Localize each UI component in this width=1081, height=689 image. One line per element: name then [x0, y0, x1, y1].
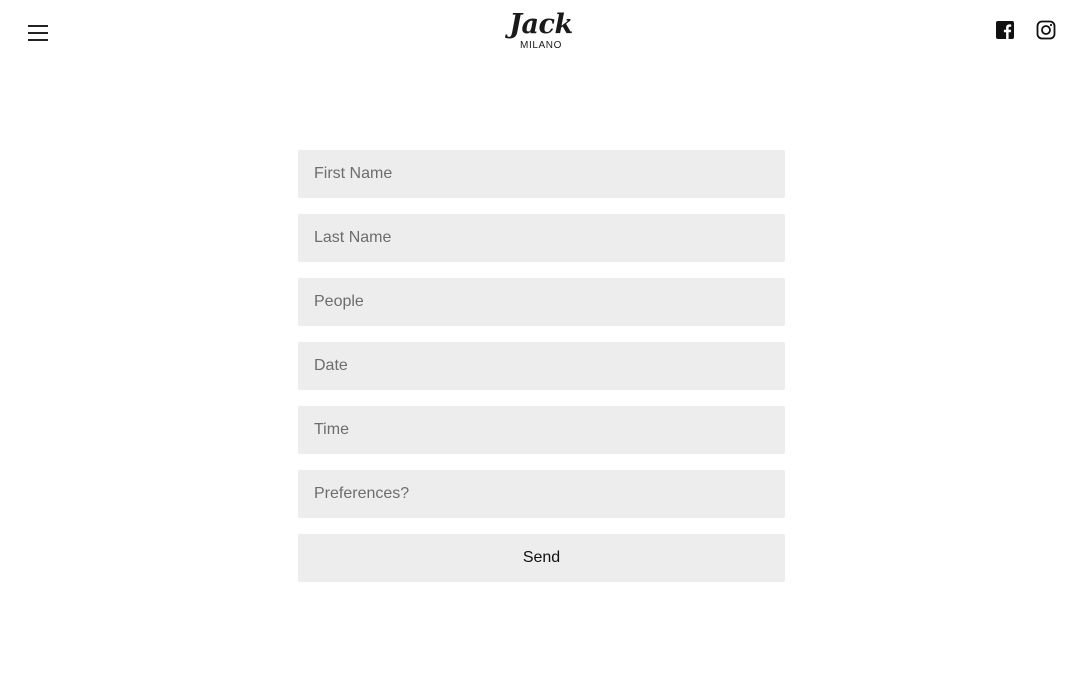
time-field[interactable]	[298, 406, 785, 454]
logo-subtitle: MILANO	[520, 40, 562, 51]
brand-logo[interactable]: Jack MILANO	[501, 10, 581, 56]
menu-bar	[28, 39, 48, 41]
facebook-icon[interactable]	[995, 20, 1015, 40]
first-name-field[interactable]	[298, 150, 785, 198]
logo-script-text: Jack	[509, 9, 573, 40]
people-field[interactable]	[298, 278, 785, 326]
last-name-field[interactable]	[298, 214, 785, 262]
menu-bar	[28, 32, 48, 34]
reservation-page: Jack MILANO Send	[0, 0, 1081, 689]
send-button[interactable]: Send	[298, 534, 785, 582]
menu-bar	[28, 25, 48, 27]
reservation-form: Send	[298, 150, 785, 582]
hamburger-menu-icon[interactable]	[26, 22, 50, 42]
instagram-icon[interactable]	[1036, 20, 1056, 40]
date-field[interactable]	[298, 342, 785, 390]
preferences-field[interactable]	[298, 470, 785, 518]
